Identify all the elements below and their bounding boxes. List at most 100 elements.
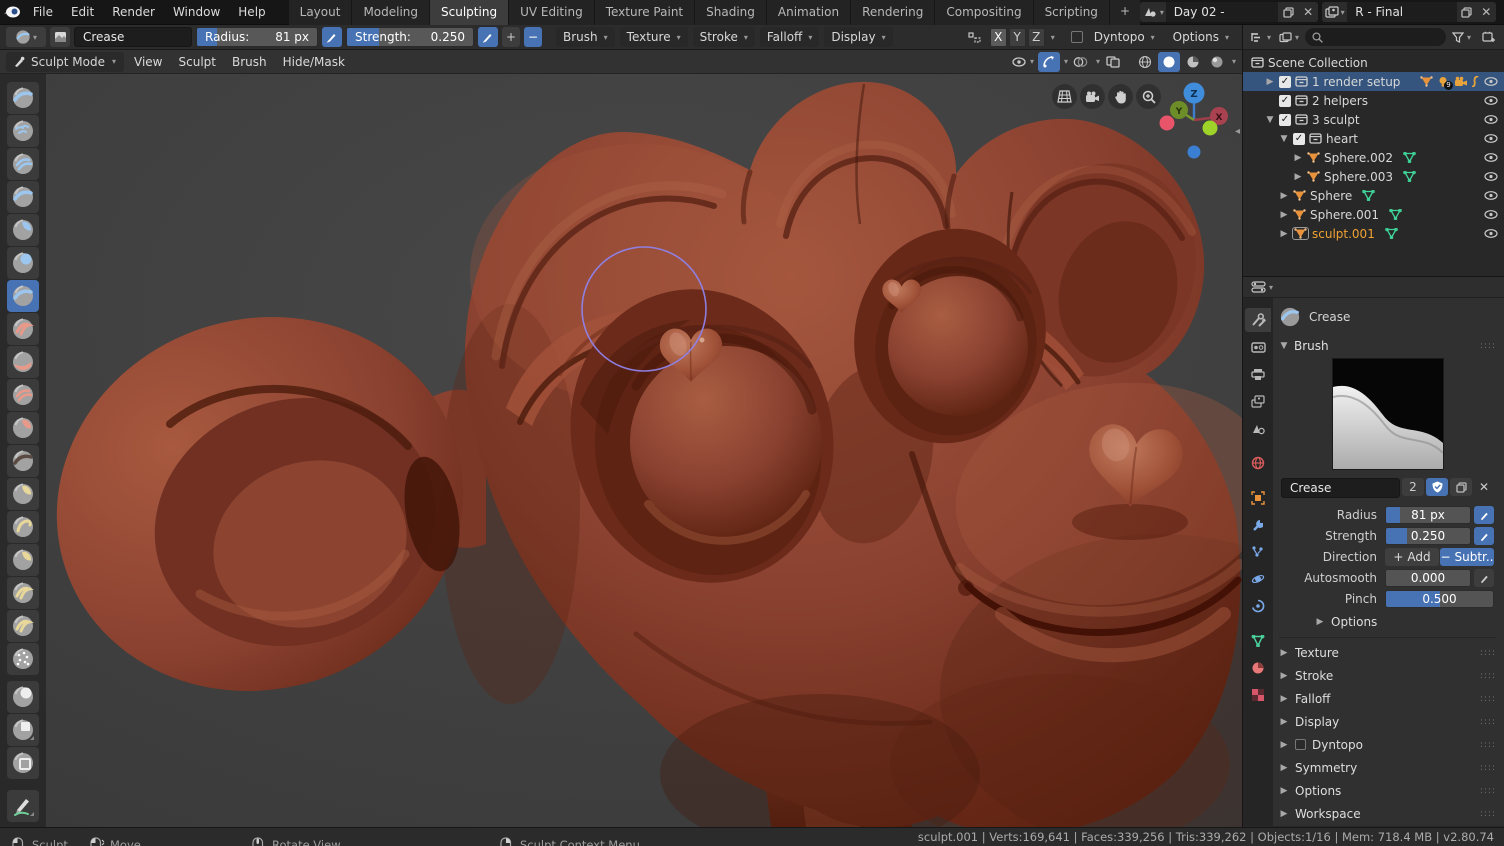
- brush-panel-header[interactable]: ▼ Brush ::::: [1279, 336, 1496, 356]
- collection-checkbox[interactable]: ✓: [1293, 132, 1305, 145]
- section-drag-handle[interactable]: ::::: [1480, 694, 1496, 704]
- section-disclosure-icon[interactable]: ▶: [1279, 648, 1289, 658]
- viewlayer-remove-button[interactable]: ✕: [1476, 2, 1496, 22]
- section-symmetry[interactable]: ▶ Symmetry::::: [1279, 757, 1496, 778]
- disclosure-icon[interactable]: ▶: [1293, 153, 1303, 163]
- object-label[interactable]: heart: [1326, 132, 1358, 146]
- outliner-row-heart[interactable]: ▼ ✓ heart: [1243, 129, 1504, 148]
- properties-tab-render[interactable]: [1245, 335, 1271, 359]
- tab-scripting[interactable]: Scripting: [1033, 0, 1110, 25]
- viewport-menu-sculpt[interactable]: Sculpt: [171, 50, 224, 74]
- menu-help[interactable]: Help: [229, 0, 274, 25]
- tab-compositing[interactable]: Compositing: [935, 0, 1034, 25]
- hide-viewport-eye-icon[interactable]: [1484, 115, 1498, 124]
- section-stroke[interactable]: ▶ Stroke::::: [1279, 665, 1496, 686]
- tool-draw[interactable]: [7, 82, 39, 114]
- camera-view-icon[interactable]: [1080, 84, 1105, 109]
- properties-editor-type-icon[interactable]: ▾: [1249, 277, 1275, 297]
- brush-preview-image[interactable]: [1331, 358, 1444, 470]
- tab-texture-paint[interactable]: Texture Paint: [594, 0, 696, 25]
- disclosure-icon[interactable]: ▶: [1293, 172, 1303, 182]
- toolsettings-menu-texture[interactable]: Texture ▾: [619, 27, 688, 47]
- dyntopo-checkbox[interactable]: [1070, 31, 1083, 43]
- section-disclosure-icon[interactable]: ▶: [1279, 671, 1289, 681]
- hide-viewport-eye-icon[interactable]: [1484, 229, 1498, 238]
- tool-layer[interactable]: [7, 181, 39, 213]
- menu-window[interactable]: Window: [164, 0, 229, 25]
- properties-tab-material[interactable]: [1245, 656, 1271, 680]
- collection-checkbox[interactable]: ✓: [1279, 94, 1291, 107]
- object-label[interactable]: sculpt.001: [1312, 227, 1375, 241]
- tool-pinch[interactable]: [7, 445, 39, 477]
- tool-rotate[interactable]: [7, 610, 39, 642]
- hide-viewport-eye-icon[interactable]: [1484, 191, 1498, 200]
- tool-clay[interactable]: [7, 115, 39, 147]
- autosmooth-pressure-icon[interactable]: [1474, 569, 1494, 587]
- disclosure-icon[interactable]: ▶: [1279, 210, 1289, 220]
- tool-grab[interactable]: [7, 478, 39, 510]
- filter-icon[interactable]: ▾: [1450, 27, 1473, 47]
- direction-subtract-button[interactable]: − Subtr..: [1440, 548, 1494, 566]
- mode-selector[interactable]: Sculpt Mode ▾: [6, 51, 125, 72]
- disclosure-icon[interactable]: ▼: [1279, 134, 1289, 144]
- radius-slider[interactable]: 81 px: [1385, 506, 1471, 524]
- overlays-chevron-icon[interactable]: ▾: [1096, 57, 1100, 66]
- tab-shading[interactable]: Shading: [695, 0, 767, 25]
- scene-name[interactable]: Day 02 - Delight: [1165, 2, 1279, 22]
- tool-simplify[interactable]: [7, 643, 39, 675]
- add-workspace-button[interactable]: +: [1109, 0, 1140, 25]
- tab-layout[interactable]: Layout: [288, 0, 353, 25]
- fake-user-shield-icon[interactable]: [1426, 478, 1448, 496]
- section-disclosure-icon[interactable]: ▶: [1279, 717, 1289, 727]
- dyntopo-menu[interactable]: Dyntopo ▾: [1087, 27, 1162, 47]
- section-disclosure-icon[interactable]: ▶: [1279, 740, 1289, 750]
- hide-viewport-eye-icon[interactable]: [1484, 96, 1498, 105]
- outliner-display-mode-icon[interactable]: ▾: [1277, 27, 1301, 47]
- section-disclosure-icon[interactable]: ▶: [1279, 763, 1289, 773]
- outliner-row-sphere[interactable]: ▶ Sphere: [1243, 186, 1504, 205]
- pan-view-icon[interactable]: [1108, 84, 1133, 109]
- shading-solid-button[interactable]: [1157, 51, 1180, 72]
- symmetry-chevron-icon[interactable]: ▾: [1051, 33, 1055, 42]
- object-label[interactable]: Sphere.002: [1324, 151, 1393, 165]
- subtract-strength-button[interactable]: −: [524, 27, 542, 47]
- outliner-search-input[interactable]: [1305, 28, 1446, 46]
- outliner-row-1-render-setup[interactable]: ▶ ✓ 1 render setup 9: [1243, 72, 1504, 91]
- users-count-button[interactable]: 2: [1402, 478, 1424, 496]
- section-drag-handle[interactable]: ::::: [1480, 717, 1496, 727]
- properties-tab-object[interactable]: [1245, 486, 1271, 510]
- toolsettings-menu-falloff[interactable]: Falloff ▾: [759, 27, 820, 47]
- section-drag-handle[interactable]: ::::: [1480, 809, 1496, 819]
- outliner-row-2-helpers[interactable]: ✓ 2 helpers: [1243, 91, 1504, 110]
- tab-sculpting[interactable]: Sculpting: [430, 0, 510, 25]
- blender-logo-icon[interactable]: [0, 5, 24, 19]
- radius-pressure-icon[interactable]: [1474, 506, 1494, 524]
- radius-pressure-toggle[interactable]: [322, 27, 342, 47]
- toolsettings-menu-brush[interactable]: Brush ▾: [556, 27, 615, 47]
- tool-box-hide[interactable]: [7, 747, 39, 779]
- radius-slider[interactable]: Radius: 81 px: [196, 27, 318, 47]
- viewport-menu-view[interactable]: View: [126, 50, 170, 74]
- options-subpanel-header[interactable]: ▶ Options: [1279, 611, 1496, 632]
- tool-box-mask[interactable]: [7, 714, 39, 746]
- properties-tab-particles[interactable]: [1245, 540, 1271, 564]
- object-label[interactable]: Sphere: [1310, 189, 1352, 203]
- properties-tab-modifiers[interactable]: [1245, 513, 1271, 537]
- add-strength-button[interactable]: +: [502, 27, 520, 47]
- section-display[interactable]: ▶ Display::::: [1279, 711, 1496, 732]
- properties-tab-texture[interactable]: [1245, 683, 1271, 707]
- section-options[interactable]: ▶ Options::::: [1279, 780, 1496, 801]
- menu-edit[interactable]: Edit: [62, 0, 103, 25]
- scene-unlink-button[interactable]: ✕: [1298, 2, 1318, 22]
- disclosure-icon[interactable]: ▶: [1279, 229, 1289, 239]
- section-drag-handle[interactable]: ::::: [1480, 648, 1496, 658]
- viewlayer-name[interactable]: R - Final: [1347, 2, 1458, 22]
- visibility-dropdown[interactable]: ▾: [1010, 52, 1036, 72]
- pinch-slider[interactable]: 0.500: [1385, 590, 1494, 608]
- sculpt-canvas[interactable]: [0, 74, 1242, 827]
- outliner-editor-type-icon[interactable]: ▾: [1248, 27, 1273, 47]
- tool-fill[interactable]: [7, 412, 39, 444]
- hide-viewport-eye-icon[interactable]: [1484, 153, 1498, 162]
- section-drag-handle[interactable]: ::::: [1480, 786, 1496, 796]
- tool-inflate[interactable]: [7, 214, 39, 246]
